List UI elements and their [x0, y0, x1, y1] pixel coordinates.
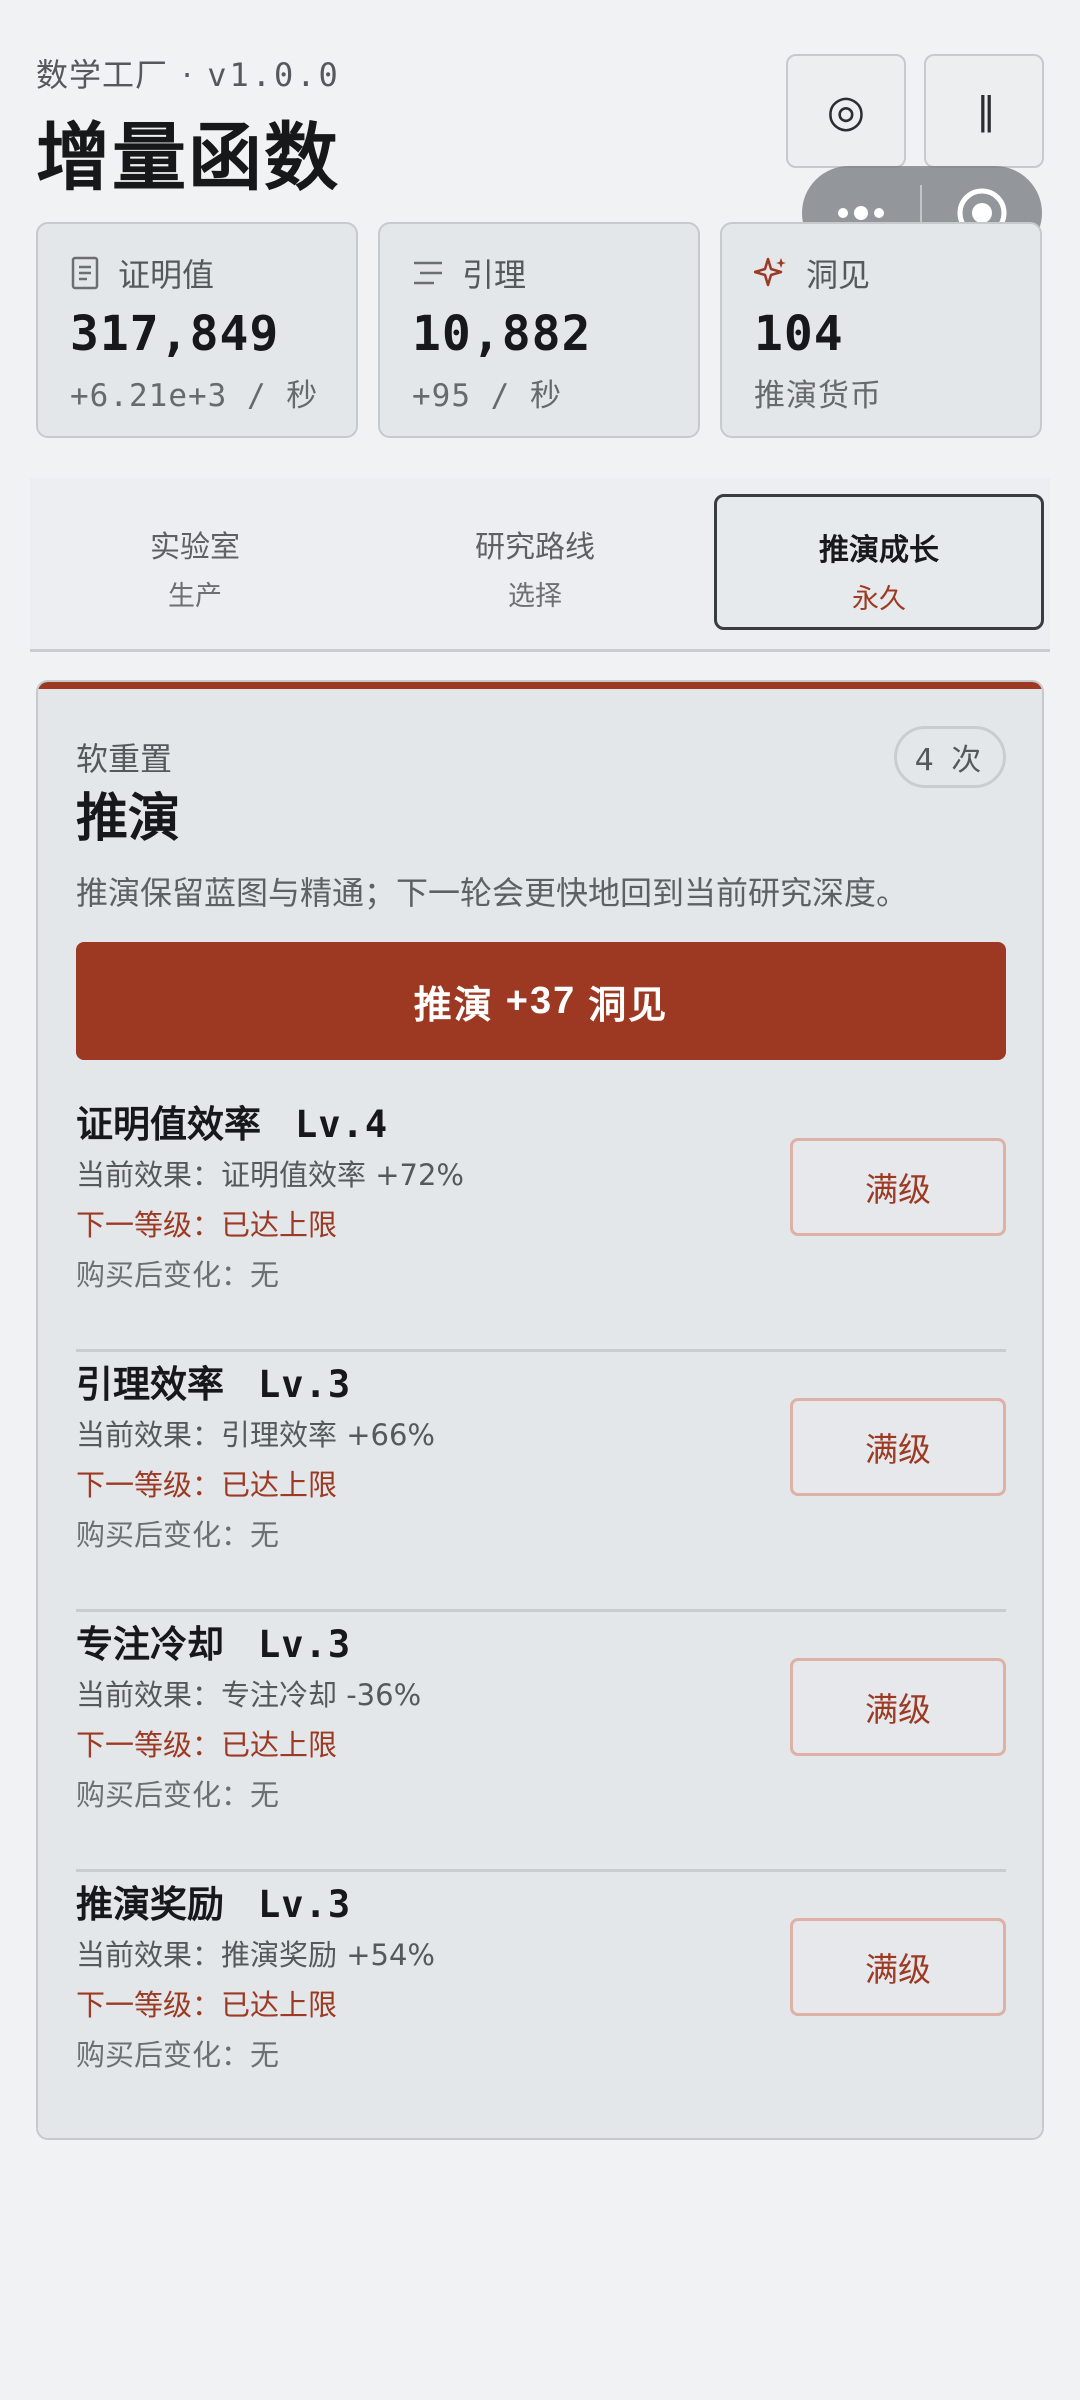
prestige-count-badge: 4 次: [894, 726, 1006, 788]
upgrade-name-row: 推演奖励 Lv.3: [76, 1874, 351, 1928]
pause-icon: ||: [977, 88, 995, 133]
panel-title: 推演: [76, 789, 181, 849]
upgrade-max-button[interactable]: 满级: [790, 1398, 1006, 1496]
prestige-button[interactable]: 推演 +37 洞见: [76, 942, 1006, 1060]
upgrade-level: Lv.4: [295, 1103, 389, 1146]
app-name: 数学工厂: [36, 56, 169, 94]
app-version: v1.0.0: [207, 56, 341, 94]
target-icon: ◎: [826, 85, 866, 137]
upgrade-name-row: 证明值效率 Lv.4: [76, 1094, 388, 1148]
stat-rate: +95 / 秒: [412, 378, 562, 414]
tab-sublabel: 永久: [852, 584, 906, 615]
stat-card-insight: 洞见 104 推演货币: [720, 222, 1042, 438]
stat-label-text: 证明值: [118, 256, 215, 294]
upgrade-name: 引理效率: [76, 1363, 224, 1406]
stat-label-text: 洞见: [806, 256, 871, 294]
tab-label: 推演成长: [819, 533, 939, 568]
tab-label: 研究路线: [475, 530, 595, 565]
stat-label-text: 引理: [462, 256, 527, 294]
upgrade-name: 专注冷却: [76, 1623, 224, 1666]
prestige-button-verb: 推演: [413, 982, 494, 1027]
upgrade-current-effect: 当前效果：专注冷却 -36%: [76, 1678, 422, 1712]
pause-button[interactable]: ||: [924, 54, 1044, 168]
more-menu-button[interactable]: [802, 206, 920, 220]
upgrade-current-effect: 当前效果：证明值效率 +72%: [76, 1158, 464, 1192]
upgrade-name: 证明值效率: [76, 1103, 261, 1146]
tab-sublabel: 选择: [508, 581, 562, 612]
tab-bar: 实验室 生产 研究路线 选择 推演成长 永久: [30, 478, 1050, 652]
stat-value: 317,849: [70, 306, 280, 362]
more-dot-icon: [874, 208, 884, 218]
upgrade-next-level: 下一等级：已达上限: [76, 1988, 338, 2022]
prestige-button-amount: +37: [505, 979, 577, 1022]
upgrade-max-button[interactable]: 满级: [790, 1138, 1006, 1236]
stat-label: 洞见: [754, 250, 1040, 296]
upgrade-after-purchase: 购买后变化：无: [76, 1518, 280, 1552]
prestige-panel: 软重置 推演 4 次 推演保留蓝图与精通；下一轮会更快地回到当前研究深度。 推演…: [36, 680, 1044, 2140]
tab-label: 实验室: [150, 530, 240, 565]
upgrade-item: 专注冷却 Lv.3 当前效果：专注冷却 -36% 下一等级：已达上限 购买后变化：…: [76, 1614, 1006, 1872]
upgrade-next-level: 下一等级：已达上限: [76, 1468, 338, 1502]
header: 数学工厂 · v1.0.0 增量函数: [36, 50, 736, 205]
panel-accent-bar: [38, 682, 1042, 689]
stat-label: 引理: [412, 250, 698, 296]
tab-sublabel: 生产: [168, 581, 222, 612]
upgrade-item: 引理效率 Lv.3 当前效果：引理效率 +66% 下一等级：已达上限 购买后变化：…: [76, 1354, 1006, 1612]
stat-card-proof: 证明值 317,849 +6.21e+3 / 秒: [36, 222, 358, 438]
tab-growth[interactable]: 推演成长 永久: [714, 494, 1044, 630]
upgrade-item: 推演奖励 Lv.3 当前效果：推演奖励 +54% 下一等级：已达上限 购买后变化：…: [76, 1874, 1006, 2132]
page-title: 增量函数: [36, 115, 340, 201]
upgrade-after-purchase: 购买后变化：无: [76, 2038, 280, 2072]
document-icon: [71, 256, 99, 290]
panel-description: 推演保留蓝图与精通；下一轮会更快地回到当前研究深度。: [76, 874, 909, 912]
upgrade-after-purchase: 购买后变化：无: [76, 1258, 280, 1292]
stat-value: 10,882: [412, 306, 592, 362]
upgrade-name: 推演奖励: [76, 1883, 224, 1926]
upgrade-level: Lv.3: [258, 1363, 352, 1406]
stat-rate: +6.21e+3 / 秒: [70, 378, 319, 414]
upgrade-max-button[interactable]: 满级: [790, 1658, 1006, 1756]
sparkle-icon: [754, 257, 786, 287]
upgrade-max-button[interactable]: 满级: [790, 1918, 1006, 2016]
app-subtitle: 数学工厂 · v1.0.0: [36, 50, 736, 96]
more-dot-icon: [838, 208, 848, 218]
upgrade-after-purchase: 购买后变化：无: [76, 1778, 280, 1812]
upgrade-level: Lv.3: [258, 1883, 352, 1926]
tab-lab[interactable]: 实验室 生产: [30, 494, 360, 630]
upgrade-next-level: 下一等级：已达上限: [76, 1208, 338, 1242]
stat-value: 104: [754, 306, 844, 362]
tab-research[interactable]: 研究路线 选择: [370, 494, 700, 630]
stat-label: 证明值: [70, 250, 356, 296]
upgrade-current-effect: 当前效果：推演奖励 +54%: [76, 1938, 435, 1972]
upgrade-name-row: 引理效率 Lv.3: [76, 1354, 351, 1408]
target-button[interactable]: ◎: [786, 54, 906, 168]
subtitle-separator: ·: [182, 56, 194, 94]
stat-card-lemma: 引理 10,882 +95 / 秒: [378, 222, 700, 438]
more-dot-icon: [854, 206, 868, 220]
panel-subtitle: 软重置: [76, 740, 173, 778]
upgrade-level: Lv.3: [258, 1623, 352, 1666]
upgrade-item: 证明值效率 Lv.4 当前效果：证明值效率 +72% 下一等级：已达上限 购买后变…: [76, 1094, 1006, 1352]
filter-lines-icon: [414, 261, 442, 285]
upgrade-next-level: 下一等级：已达上限: [76, 1728, 338, 1762]
upgrade-name-row: 专注冷却 Lv.3: [76, 1614, 351, 1668]
stat-rate: 推演货币: [754, 378, 882, 414]
prestige-button-unit: 洞见: [588, 982, 669, 1027]
upgrade-current-effect: 当前效果：引理效率 +66%: [76, 1418, 435, 1452]
